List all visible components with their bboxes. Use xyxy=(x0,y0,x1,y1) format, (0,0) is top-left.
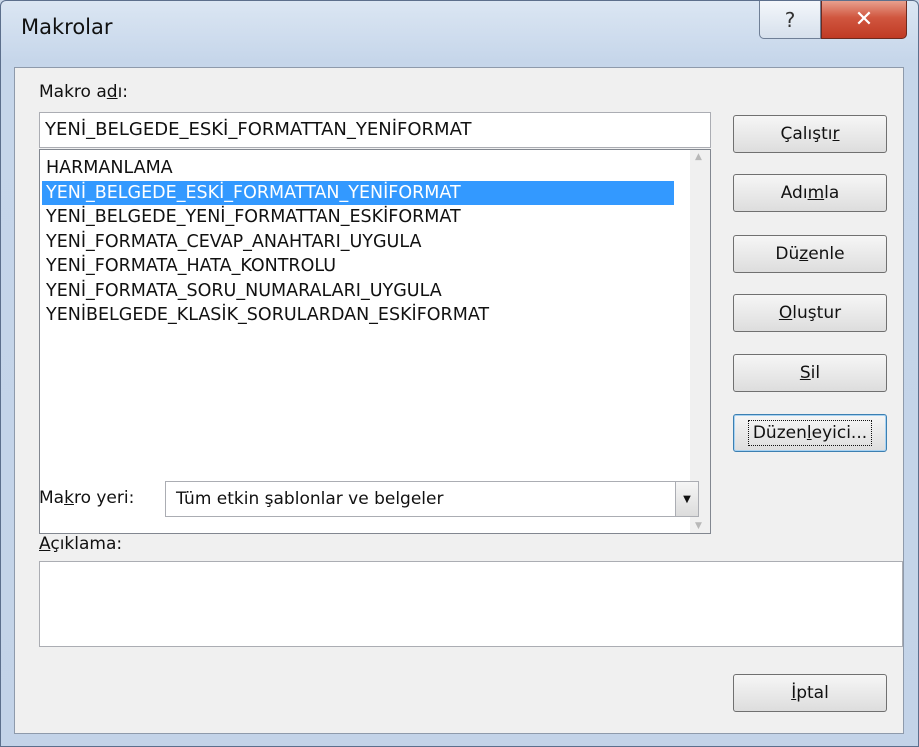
macro-list-item[interactable]: YENİ_FORMATA_CEVAP_ANAHTARI_UYGULA xyxy=(42,230,674,255)
macro-list-item[interactable]: YENİ_FORMATA_SORU_NUMARALARI_UYGULA xyxy=(42,279,674,304)
macro-name-value: YENİ_BELGEDE_ESKİ_FORMATTAN_YENİFORMAT xyxy=(45,119,472,140)
organizer-button-label: Düzenleyici... xyxy=(747,420,873,446)
run-button[interactable]: Çalıştı r xyxy=(733,115,887,153)
help-button[interactable]: ? xyxy=(759,1,821,39)
macro-list-scrollbar[interactable]: ▲ ▼ xyxy=(690,150,710,533)
macro-list-items: HARMANLAMA YENİ_BELGEDE_ESKİ_FORMATTAN_YE… xyxy=(42,156,674,328)
description-box xyxy=(39,561,903,647)
step-into-button[interactable]: Adı m la xyxy=(733,174,887,212)
macro-name-input[interactable]: YENİ_BELGEDE_ESKİ_FORMATTAN_YENİFORMAT xyxy=(39,112,711,148)
dropdown-arrow-icon[interactable]: ▼ xyxy=(675,482,698,516)
cancel-button[interactable]: İptal xyxy=(733,674,887,712)
help-icon: ? xyxy=(784,7,796,32)
delete-button[interactable]: Sil xyxy=(733,354,887,392)
macro-list[interactable]: HARMANLAMA YENİ_BELGEDE_ESKİ_FORMATTAN_YE… xyxy=(39,149,711,534)
edit-button[interactable]: Dü z enle xyxy=(733,235,887,273)
macros-in-value: Tüm etkin şablonlar ve belgeler xyxy=(176,489,444,509)
macro-list-item[interactable]: YENİ_FORMATA_HATA_KONTROLU xyxy=(42,254,674,279)
macros-in-label: Makro yeri: xyxy=(39,488,135,508)
macro-name-label: Makro adı: xyxy=(39,82,129,102)
macro-list-item[interactable]: YENİBELGEDE_KLASİK_SORULARDAN_ESKİFORMAT xyxy=(42,303,674,328)
macro-list-item[interactable]: HARMANLAMA xyxy=(42,156,674,181)
organizer-button[interactable]: Düzenleyici... xyxy=(733,414,887,452)
close-button[interactable]: ✕ xyxy=(821,1,907,39)
dialog-window: Makrolar ? ✕ Makro adı: YENİ_BELGEDE_ESK… xyxy=(0,0,919,747)
macro-list-item[interactable]: YENİ_BELGEDE_ESKİ_FORMATTAN_YENİFORMAT xyxy=(42,180,674,205)
window-title: Makrolar xyxy=(21,15,113,39)
dialog-body: Makro adı: YENİ_BELGEDE_ESKİ_FORMATTAN_Y… xyxy=(14,67,904,734)
macro-list-item[interactable]: YENİ_BELGEDE_YENİ_FORMATTAN_ESKİFORMAT xyxy=(42,205,674,230)
description-label: Açıklama: xyxy=(39,534,123,554)
scroll-down-icon[interactable]: ▼ xyxy=(695,521,702,531)
close-icon: ✕ xyxy=(854,7,874,32)
scroll-up-icon[interactable]: ▲ xyxy=(695,152,702,162)
macros-in-dropdown[interactable]: Tüm etkin şablonlar ve belgeler ▼ xyxy=(165,481,699,517)
create-button[interactable]: Oluştur xyxy=(733,294,887,332)
